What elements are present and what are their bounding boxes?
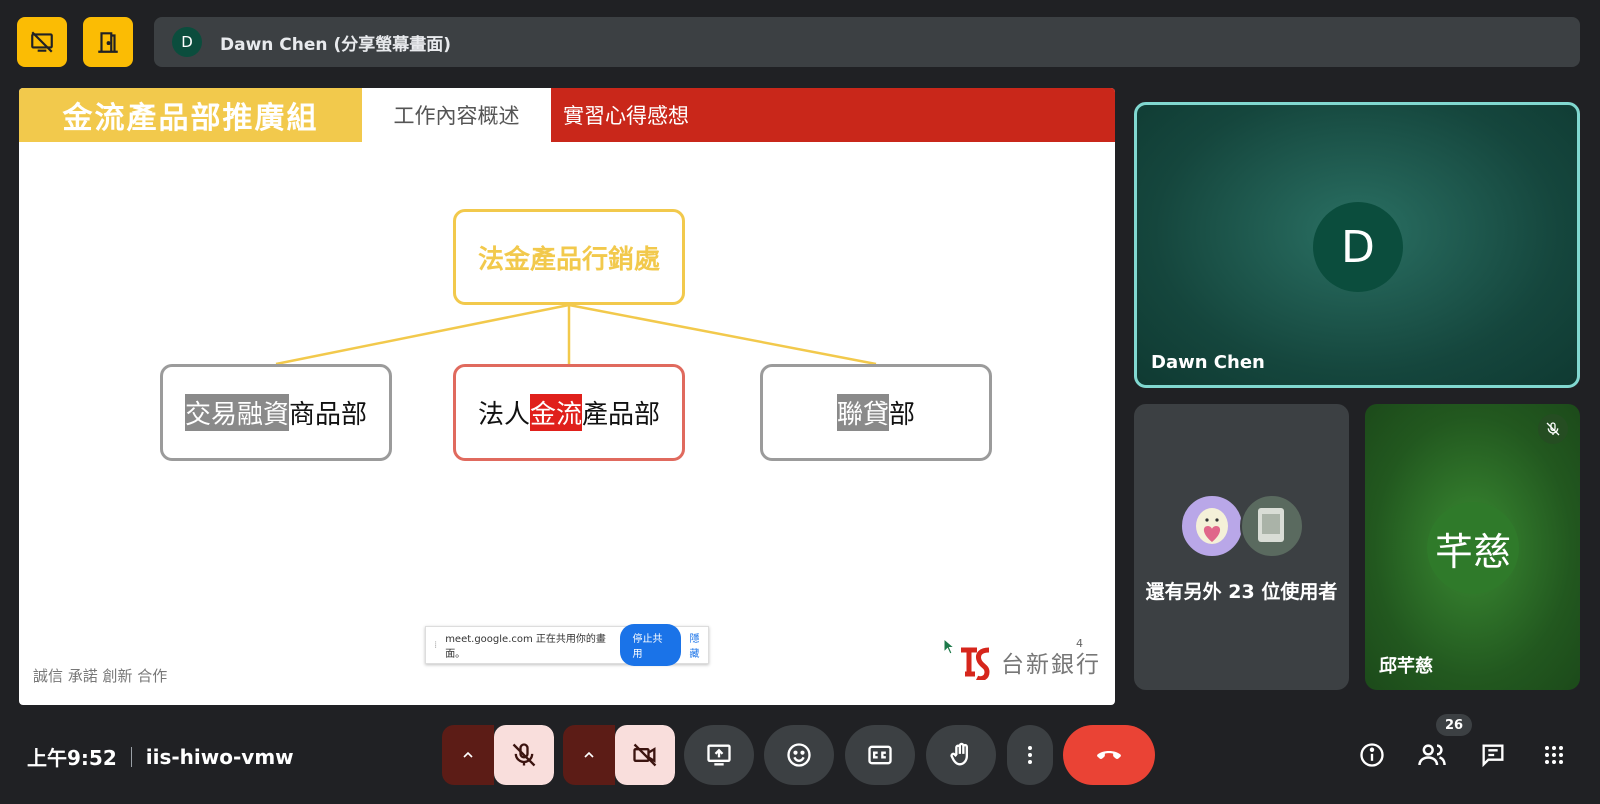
- others-avatar-group: [1180, 494, 1304, 558]
- participant-count-badge: 26: [1436, 714, 1472, 736]
- raise-hand-button[interactable]: [926, 725, 996, 785]
- door-icon: [98, 32, 118, 53]
- camera-control: [563, 725, 675, 785]
- presentation-off-button[interactable]: [17, 17, 67, 67]
- audio-options-button[interactable]: [442, 725, 494, 785]
- presenter-bar: D Dawn Chen (分享螢幕畫面): [154, 17, 1580, 67]
- connector-left: [275, 303, 570, 366]
- mouse-cursor-icon: [943, 638, 956, 655]
- more-options-button[interactable]: [1007, 725, 1053, 785]
- camera-off-icon: [633, 743, 657, 767]
- chat-button[interactable]: [1476, 738, 1510, 772]
- people-button[interactable]: [1415, 738, 1449, 772]
- screen-share-notice-bar: ⁞ meet.google.com 正在共用你的畫面。 停止共用 隱藏: [425, 624, 709, 666]
- avatar: [1180, 494, 1244, 558]
- exit-room-button[interactable]: [83, 17, 133, 67]
- chat-icon: [1482, 744, 1504, 768]
- chevron-up-icon: [463, 751, 473, 758]
- meeting-info: 上午9:52 iis-hiwo-vmw: [27, 742, 294, 771]
- bank-name: 台新銀行: [1001, 652, 1101, 678]
- participant-tile-others[interactable]: 還有另外 23 位使用者: [1134, 404, 1349, 690]
- shared-screen-slide: 金流產品部推廣組 工作內容概述 實習心得感想 法金產品行銷處 交易融資 商品部 法…: [19, 88, 1115, 705]
- photo-avatar-icon: [1258, 508, 1284, 542]
- share-notice-text: meet.google.com 正在共用你的畫面。: [445, 634, 606, 660]
- other-participants-count-text: 還有另外 23 位使用者: [1145, 581, 1338, 603]
- org-node-right-highlight: 聯貸: [836, 394, 889, 431]
- reactions-button[interactable]: [764, 725, 834, 785]
- activities-button[interactable]: [1537, 738, 1571, 772]
- info-icon: [1360, 743, 1384, 767]
- divider: [130, 746, 132, 767]
- mic-muted-icon: [1538, 414, 1568, 444]
- leave-call-button[interactable]: [1063, 725, 1155, 785]
- org-node-right-rest: 部: [889, 400, 916, 430]
- presenter-avatar: D: [172, 27, 202, 57]
- participant-tile-dawn-chen[interactable]: D Dawn Chen: [1134, 102, 1580, 388]
- toggle-microphone-button[interactable]: [494, 725, 554, 785]
- more-vert-icon: [1028, 746, 1032, 764]
- stop-sharing-button[interactable]: 停止共用: [620, 624, 682, 666]
- bank-logo: 台新銀行: [957, 644, 1101, 680]
- hang-up-icon: [1097, 751, 1121, 759]
- org-node-mid-highlight: 金流: [529, 394, 582, 431]
- connector-right: [568, 303, 877, 366]
- emoji-icon: [787, 743, 811, 767]
- participant-tile-qiu[interactable]: 芊慈 邱芊慈: [1365, 404, 1580, 690]
- org-node-left: 交易融資 商品部: [160, 364, 392, 461]
- org-node-mid: 法人 金流 產品部: [453, 364, 685, 461]
- participant-name: Dawn Chen: [1151, 352, 1265, 373]
- taishin-logo-icon: [961, 647, 990, 680]
- avatar: D: [1313, 202, 1403, 292]
- apps-grid-icon: [1545, 746, 1563, 764]
- drag-handle-icon[interactable]: ⁞: [434, 640, 437, 651]
- present-screen-icon: [707, 744, 731, 766]
- mic-off-icon: [512, 743, 536, 767]
- microphone-control: [442, 725, 554, 785]
- org-node-mid-pre: 法人: [477, 400, 530, 430]
- org-node-left-highlight: 交易融資: [184, 394, 289, 431]
- current-time: 上午9:52: [27, 746, 117, 770]
- org-node-left-rest: 商品部: [289, 400, 368, 430]
- present-screen-button[interactable]: [684, 725, 754, 785]
- presenter-label: Dawn Chen (分享螢幕畫面): [220, 34, 451, 55]
- avatar: 芊慈: [1427, 502, 1519, 594]
- toggle-camera-button[interactable]: [615, 725, 675, 785]
- avatar: [1240, 494, 1304, 558]
- org-node-mid-post: 產品部: [582, 400, 661, 430]
- captions-icon: [868, 745, 892, 765]
- people-icon: [1418, 744, 1446, 766]
- participant-name: 邱芊慈: [1379, 656, 1433, 677]
- hand-icon: [950, 742, 968, 766]
- captions-button[interactable]: [845, 725, 915, 785]
- org-node-top: 法金產品行銷處: [453, 209, 685, 305]
- chevron-up-icon: [584, 751, 594, 758]
- hide-notice-link[interactable]: 隱藏: [689, 630, 708, 660]
- heart-character-icon: [1196, 508, 1228, 544]
- org-node-right: 聯貸部: [760, 364, 992, 461]
- presentation-off-icon: [31, 31, 53, 53]
- meeting-details-button[interactable]: [1355, 738, 1389, 772]
- video-options-button[interactable]: [563, 725, 615, 785]
- slide-footer-motto: 誠信 承諾 創新 合作: [33, 667, 168, 685]
- meeting-code: iis-hiwo-vmw: [145, 744, 294, 769]
